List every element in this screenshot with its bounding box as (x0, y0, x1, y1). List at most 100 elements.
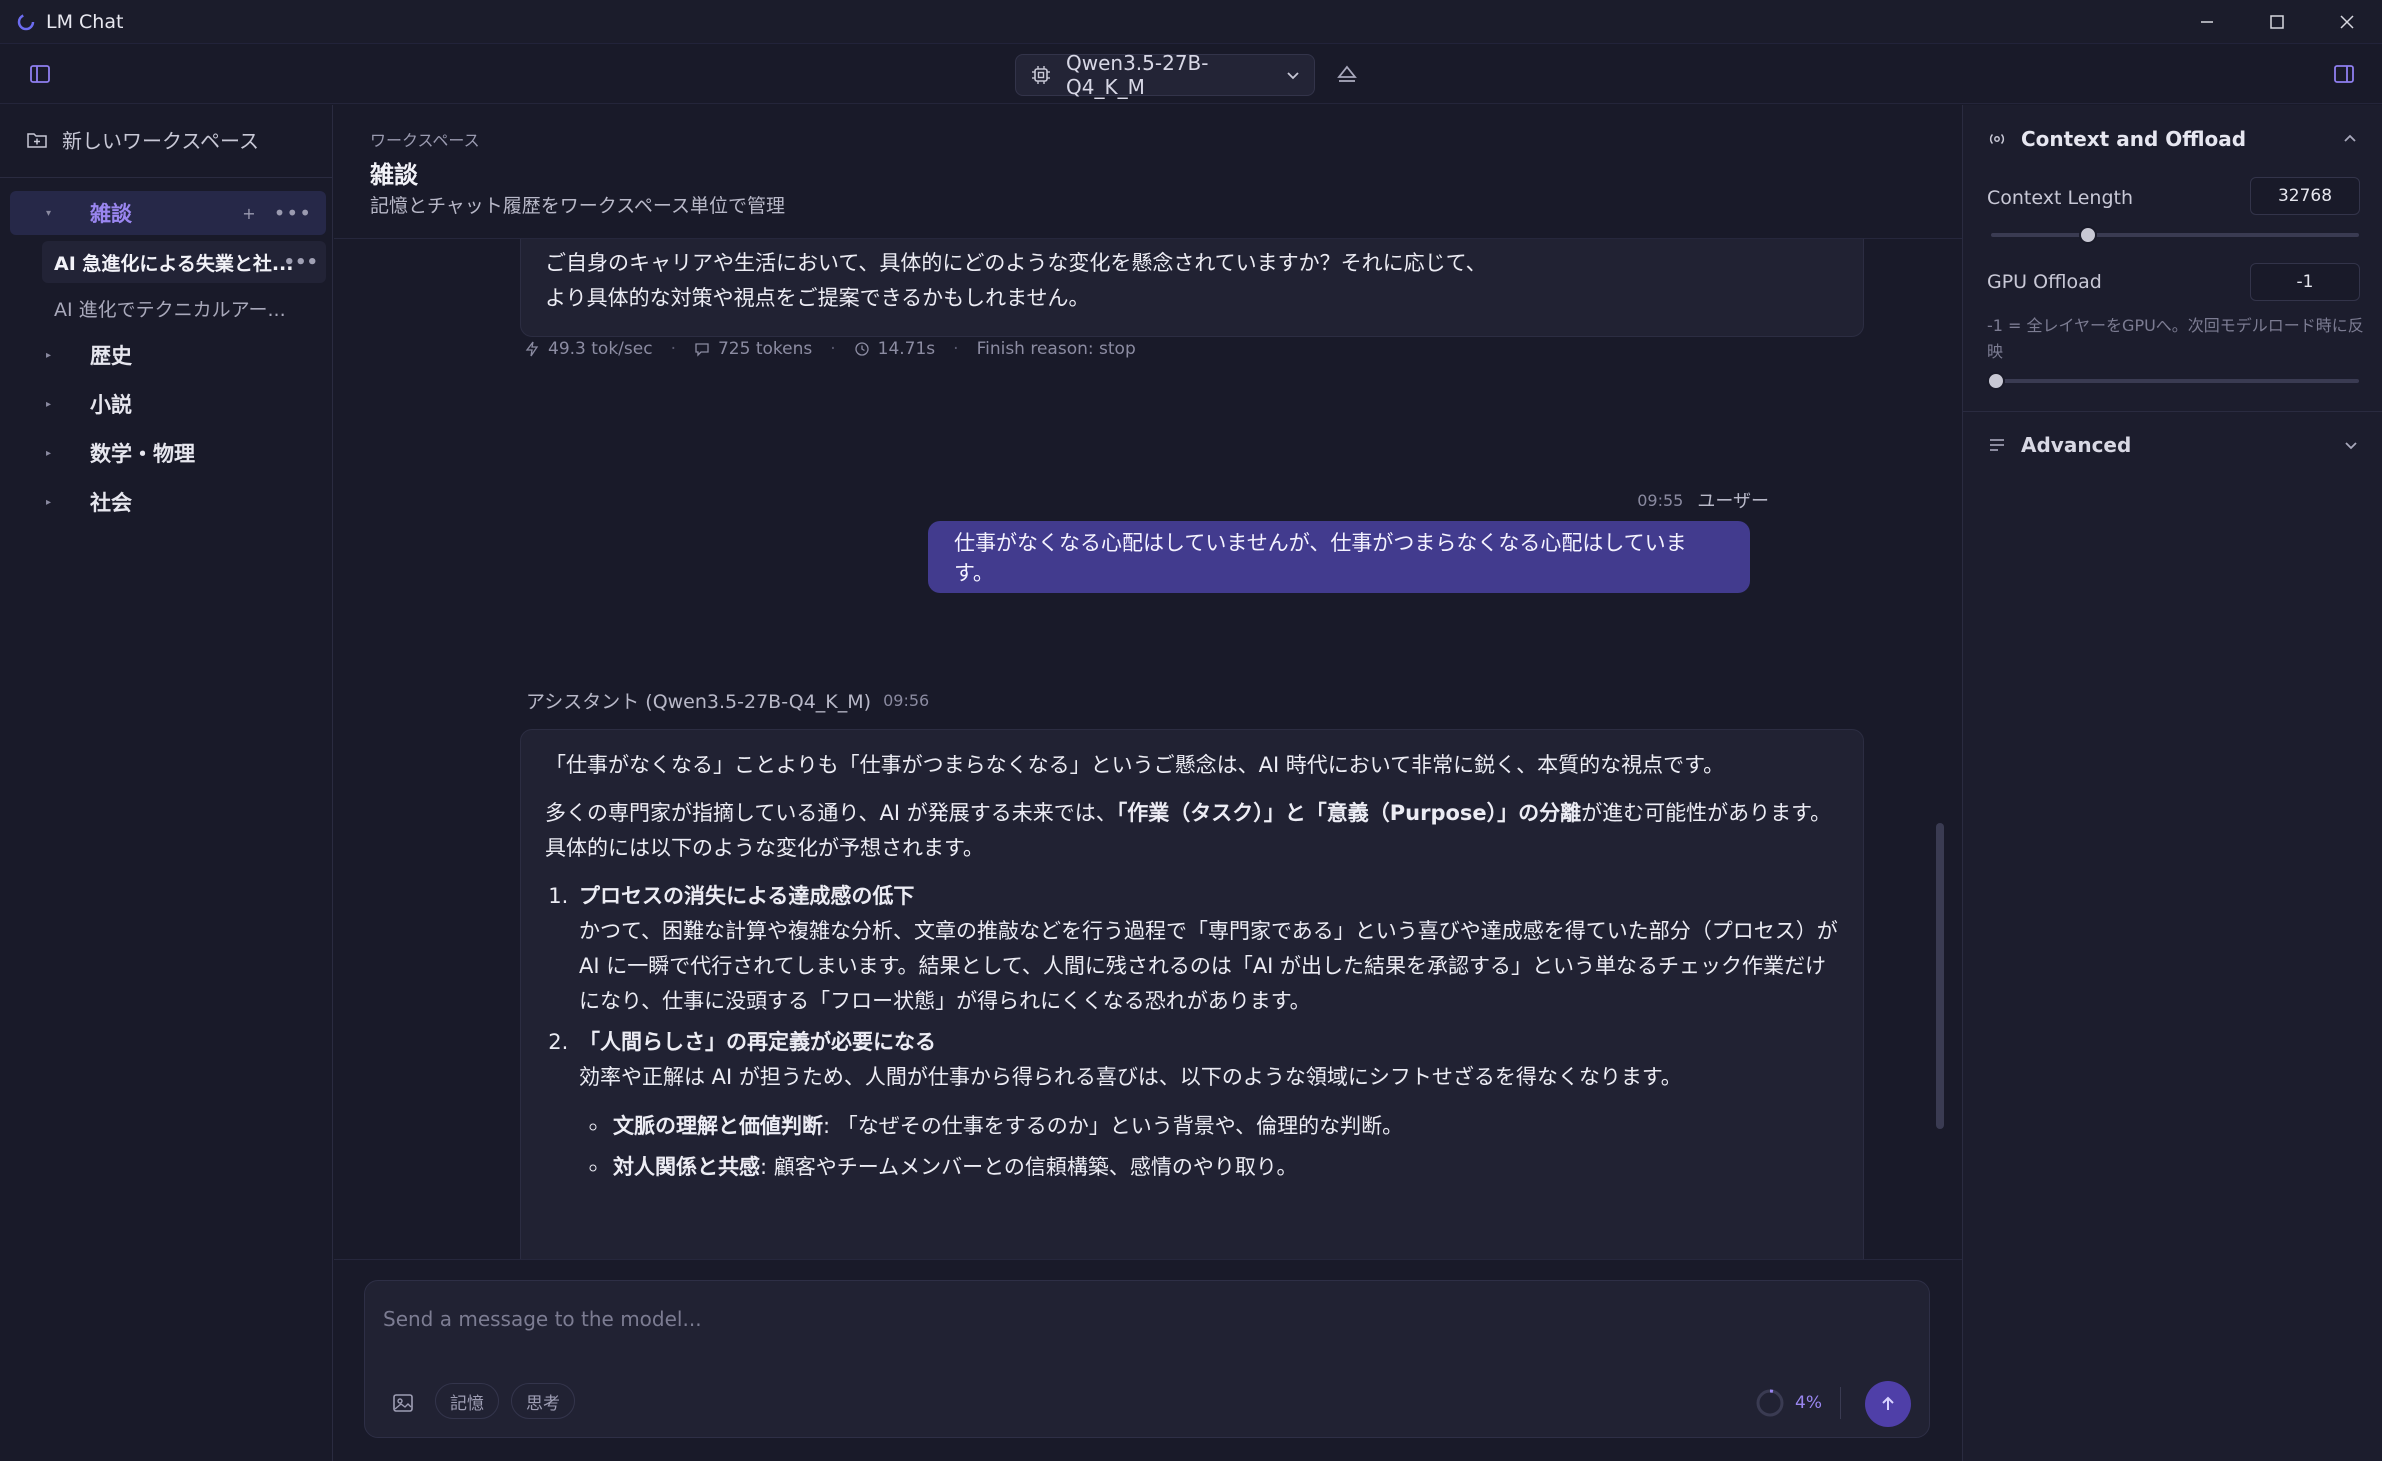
bullet-list: 文脈の理解と価値判断: 「なぜその仕事をするのか」という背景や、倫理的な判断。 … (609, 1109, 1839, 1185)
message-role: ユーザー (1697, 491, 1769, 512)
gpu-offload-label: GPU Offload (1987, 271, 2102, 293)
panel-divider (1963, 411, 2382, 412)
app-title: LM Chat (46, 10, 124, 33)
workspace-header: ワークスペース 雑談 記憶とチャット履歴をワークスペース単位で管理 (334, 105, 1962, 239)
advanced-label: Advanced (2021, 433, 2132, 457)
chip-icon (1030, 64, 1052, 86)
arrow-up-icon (1878, 1394, 1898, 1414)
numbered-list: プロセスの消失による達成感の低下 かつて、困難な計算や複雑な分析、文章の推敲など… (575, 879, 1839, 1185)
more-options-icon[interactable]: ••• (283, 252, 318, 273)
eject-model-icon[interactable] (1335, 62, 1359, 86)
gpu-offload-input[interactable]: -1 (2250, 263, 2360, 301)
new-workspace-button[interactable]: 新しいワークスペース (26, 125, 259, 154)
minimize-icon (2199, 14, 2215, 30)
chevron-right-icon[interactable]: ▸ (46, 350, 66, 361)
workspace-item-society[interactable]: ▸ 社会 (10, 480, 326, 524)
right-settings-panel: Context and Offload Context Length 32768… (1962, 105, 2382, 1461)
workspace-kicker: ワークスペース (370, 131, 480, 150)
scrollbar[interactable] (1936, 823, 1944, 1129)
folder-plus-icon (26, 129, 48, 151)
left-sidebar: 新しいワークスペース ▾ 雑談 + ••• AI 急進化による失業と社... •… (0, 105, 333, 1461)
more-options-icon[interactable]: ••• (274, 201, 312, 225)
page-title: 雑談 (370, 161, 418, 189)
composer: 記憶 思考 4% (364, 1280, 1930, 1438)
advanced-section-header[interactable]: Advanced (1987, 433, 2359, 457)
slider-thumb[interactable] (1987, 372, 2005, 390)
chat-label: AI 急進化による失業と社... (54, 252, 294, 275)
chevron-right-icon[interactable]: ▸ (46, 448, 66, 459)
message-list[interactable]: ご自身のキャリアや生活において、具体的にどのような変化を懸念されていますか？それ… (334, 239, 1962, 1259)
list-item: 「人間らしさ」の再定義が必要になる 効率や正解は AI が担うため、人間が仕事か… (575, 1025, 1839, 1185)
minimize-button[interactable] (2172, 0, 2242, 44)
message-timestamp: 09:56 (883, 691, 930, 710)
workspace-item-math-physics[interactable]: ▸ 数学・物理 (10, 431, 326, 475)
message-text: ご自身のキャリアや生活において、具体的にどのような変化を懸念されていますか？それ… (545, 251, 1487, 275)
list-item: プロセスの消失による達成感の低下 かつて、困難な計算や複雑な分析、文章の推敲など… (575, 879, 1839, 1019)
chat-item[interactable]: AI 進化でテクニカルアー... (42, 287, 326, 329)
section-title: Context and Offload (2021, 127, 2247, 151)
composer-area: 記憶 思考 4% (334, 1259, 1962, 1461)
assistant-message: 「仕事がなくなる」ことよりも「仕事がつまらなくなる」というご懸念は、AI 時代に… (520, 729, 1864, 1259)
chevron-up-icon[interactable] (2342, 131, 2358, 147)
context-offload-header[interactable]: Context and Offload (1987, 127, 2246, 151)
slider-thumb[interactable] (2079, 226, 2097, 244)
workspace-label: 社会 (90, 491, 132, 515)
list-item: 対人関係と共感: 顧客やチームメンバーとの信頼構築、感情のやり取り。 (609, 1150, 1839, 1185)
message-paragraph: 多くの専門家が指摘している通り、AI が発展する未来では、「作業（タスク）」と「… (545, 801, 1832, 860)
image-icon[interactable] (391, 1391, 415, 1415)
top-toolbar: Qwen3.5-27B-Q4_K_M (0, 44, 2382, 104)
workspace-label: 歴史 (90, 344, 132, 368)
message-input[interactable] (383, 1299, 1883, 1339)
token-count: 725 tokens (717, 339, 813, 359)
chat-item[interactable]: AI 急進化による失業と社... ••• (42, 241, 326, 283)
progress-ring-icon (1755, 1388, 1785, 1418)
workspace-description: 記憶とチャット履歴をワークスペース単位で管理 (370, 195, 785, 217)
maximize-button[interactable] (2242, 0, 2312, 44)
context-length-label: Context Length (1987, 187, 2134, 209)
workspace-item-history[interactable]: ▸ 歴史 (10, 333, 326, 377)
chat-label: AI 進化でテクニカルアー... (54, 298, 286, 321)
chevron-down-icon (1286, 68, 1300, 82)
message-timestamp: 09:55 (1637, 490, 1684, 510)
workspace-item-novel[interactable]: ▸ 小説 (10, 382, 326, 426)
workspace-item-zatsudan[interactable]: ▾ 雑談 + ••• (10, 191, 326, 235)
broadcast-icon (1987, 129, 2007, 149)
new-workspace-label: 新しいワークスペース (62, 129, 259, 153)
context-length-slider[interactable] (1991, 226, 2359, 244)
close-window-button[interactable] (2312, 0, 2382, 44)
toggle-left-sidebar-icon[interactable] (28, 62, 52, 86)
lightning-icon (524, 341, 540, 357)
context-usage: 4% (1755, 1387, 1841, 1419)
assistant-message-meta: アシスタント (Qwen3.5-27B-Q4_K_M) 09:56 (526, 687, 929, 714)
list-item: 文脈の理解と価値判断: 「なぜその仕事をするのか」という背景や、倫理的な判断。 (609, 1109, 1839, 1144)
message-paragraph: 「仕事がなくなる」ことよりも「仕事がつまらなくなる」というご懸念は、AI 時代に… (545, 753, 1725, 777)
assistant-message: ご自身のキャリアや生活において、具体的にどのような変化を懸念されていますか？それ… (520, 239, 1864, 337)
context-length-input[interactable]: 32768 (2250, 177, 2360, 215)
chevron-right-icon[interactable]: ▸ (46, 399, 66, 410)
generation-stats: 49.3 tok/sec · 725 tokens · 14.71s · Fin… (524, 339, 1136, 359)
add-chat-icon[interactable]: + (242, 204, 255, 223)
message-icon (694, 341, 710, 357)
gpu-offload-hint: -1 = 全レイヤーをGPUへ。次回モデルロード時に反映 (1987, 316, 2364, 361)
think-toggle[interactable]: 思考 (511, 1383, 575, 1419)
chevron-down-icon[interactable]: ▾ (46, 208, 66, 219)
finish-reason: Finish reason: stop (976, 339, 1136, 359)
user-message: 仕事がなくなる心配はしていませんが、仕事がつまらなくなる心配はしています。 (928, 521, 1750, 593)
model-selector[interactable]: Qwen3.5-27B-Q4_K_M (1015, 51, 1315, 99)
gpu-offload-slider[interactable] (1987, 372, 2359, 390)
message-role: アシスタント (Qwen3.5-27B-Q4_K_M) (526, 691, 872, 713)
generation-time: 14.71s (877, 339, 936, 359)
send-button[interactable] (1865, 1381, 1911, 1427)
main-chat-area: ワークスペース 雑談 記憶とチャット履歴をワークスペース単位で管理 ご自身のキャ… (334, 105, 1962, 1461)
workspace-label: 小説 (90, 393, 132, 417)
maximize-icon (2269, 14, 2285, 30)
clock-icon (854, 341, 870, 357)
chevron-right-icon[interactable]: ▸ (46, 497, 66, 508)
memory-toggle[interactable]: 記憶 (435, 1383, 499, 1419)
model-name: Qwen3.5-27B-Q4_K_M (1066, 51, 1209, 99)
context-usage-percent: 4% (1795, 1393, 1822, 1413)
lines-icon (1987, 435, 2007, 455)
chevron-down-icon[interactable] (2343, 437, 2359, 453)
toggle-right-panel-icon[interactable] (2332, 62, 2356, 86)
tokens-per-second: 49.3 tok/sec (548, 339, 653, 359)
